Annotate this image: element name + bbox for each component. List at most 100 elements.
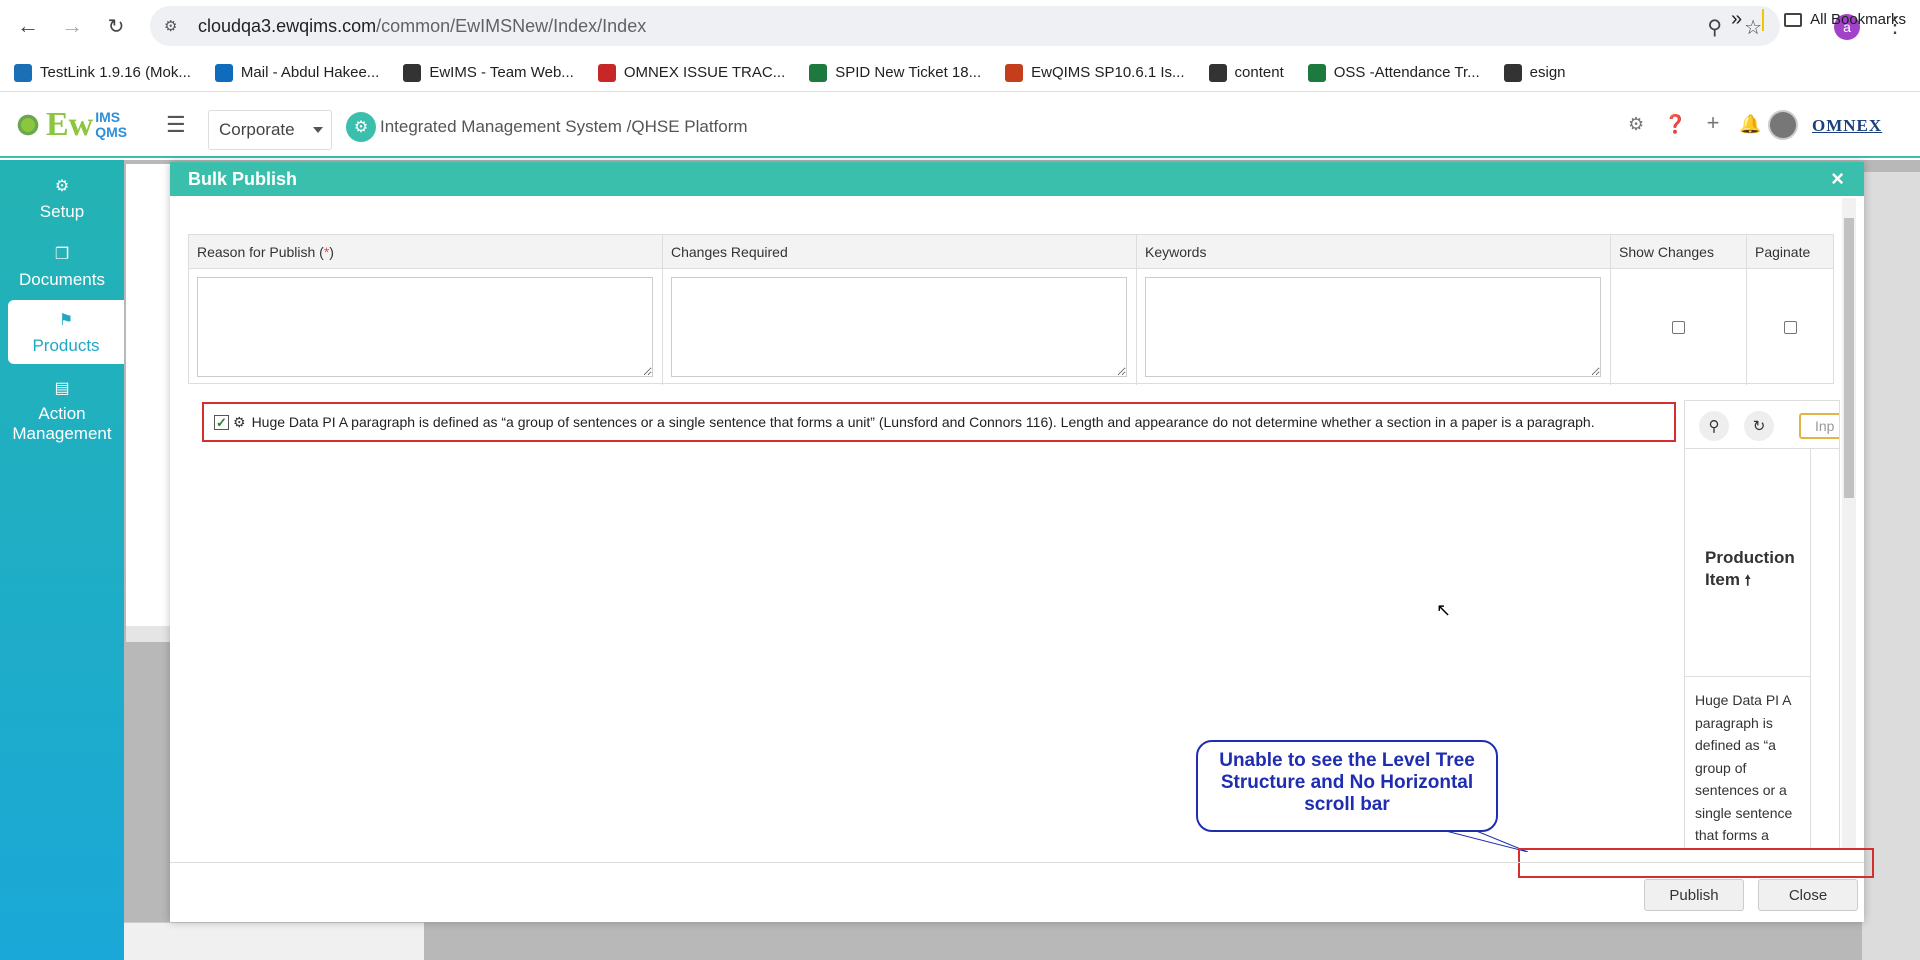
modal-header: Bulk Publish ×	[170, 162, 1864, 196]
zoom-icon[interactable]: ⚲	[1707, 15, 1722, 40]
col-show-changes: Show Changes	[1611, 235, 1747, 385]
annotation-callout: Unable to see the Level Tree Structure a…	[1196, 740, 1498, 832]
logo-burst-icon	[12, 109, 44, 141]
bookmark-favicon-icon	[1307, 63, 1326, 82]
background-tree-panel	[126, 164, 170, 626]
reason-textarea[interactable]	[197, 277, 653, 377]
background-right-panel	[1862, 172, 1920, 960]
sidebar-item-setup[interactable]: ⚙ Setup	[0, 168, 124, 228]
sidebar-item-documents[interactable]: ❐ Documents	[0, 236, 124, 298]
show-changes-checkbox[interactable]	[1672, 321, 1685, 334]
search-icon[interactable]: ⚲	[1699, 411, 1729, 441]
background-scrollbar	[126, 626, 170, 642]
production-item-cell: Huge Data PI A paragraph is defined as “…	[1685, 677, 1811, 849]
bulk-publish-modal: Bulk Publish × Reason for Publish (*) Ch…	[170, 162, 1874, 922]
corporate-select[interactable]: Corporate	[208, 110, 332, 150]
site-settings-icon[interactable]: ⚙	[164, 17, 184, 35]
bookmark-item[interactable]: SPID New Ticket 18...	[809, 63, 981, 82]
col-paginate: Paginate	[1747, 235, 1835, 385]
folder-icon	[1784, 13, 1803, 28]
browser-toolbar: ← → ↻ ⚙ cloudqa3.ewqims.com/common/EwIMS…	[0, 0, 1920, 54]
paginate-label: Paginate	[1755, 244, 1811, 260]
grid-toolbar: ⚲ ↻ Inp	[1685, 401, 1839, 449]
gear-icon: ⚙	[346, 112, 376, 142]
mouse-cursor-icon: ↖	[1436, 600, 1452, 620]
chevron-down-icon	[313, 127, 323, 133]
paginate-checkbox[interactable]	[1784, 321, 1797, 334]
flag-icon: ⚑	[58, 312, 74, 329]
show-changes-label: Show Changes	[1619, 244, 1714, 260]
bookmark-favicon-icon	[1503, 63, 1522, 82]
doc-icon: ▤	[54, 380, 70, 397]
bookmark-favicon-icon	[809, 63, 828, 82]
bookmark-item[interactable]: EwIMS - Team Web...	[403, 63, 574, 82]
col-changes: Changes Required	[663, 235, 1137, 385]
production-item-grid: ⚲ ↻ Inp Production Item 🠕 Huge Data PI A …	[1684, 400, 1840, 850]
address-bar[interactable]: ⚙ cloudqa3.ewqims.com/common/EwIMSNew/In…	[150, 6, 1780, 46]
scrollbar-thumb[interactable]	[1844, 218, 1854, 498]
bookmark-item[interactable]: Mail - Abdul Hakee...	[214, 63, 379, 82]
tree-item-checkbox[interactable]: ✓	[214, 414, 229, 430]
modal-footer: Publish Close	[170, 862, 1864, 922]
sort-arrow-icon[interactable]: 🠕	[1745, 572, 1751, 588]
callout-pointer	[1441, 830, 1529, 852]
close-button[interactable]: Close	[1758, 879, 1858, 911]
keywords-label: Keywords	[1145, 244, 1207, 260]
gears-icon: ⚙	[233, 413, 246, 430]
help-icon[interactable]: ❓	[1664, 114, 1686, 135]
bookmark-favicon-icon	[1208, 63, 1227, 82]
bookmark-favicon-icon	[597, 63, 616, 82]
background-bottom-panel	[124, 922, 424, 960]
reload-icon[interactable]: ↻	[96, 6, 136, 46]
bookmark-item[interactable]: OMNEX ISSUE TRAC...	[597, 63, 785, 82]
col-reason: Reason for Publish (*)	[189, 235, 663, 385]
bookmark-item[interactable]: OSS -Attendance Tr...	[1307, 63, 1480, 82]
copy-icon: ❐	[54, 246, 70, 263]
url-text: cloudqa3.ewqims.com/common/EwIMSNew/Inde…	[198, 15, 647, 36]
bookmark-favicon-icon	[1005, 63, 1024, 82]
plus-icon[interactable]: +	[1707, 112, 1720, 135]
publish-button[interactable]: Publish	[1644, 879, 1744, 911]
modal-close-icon[interactable]: ×	[1831, 166, 1844, 192]
bookmarks-divider	[1762, 8, 1765, 31]
bookmark-favicon-icon	[214, 63, 233, 82]
col-keywords: Keywords	[1137, 235, 1611, 385]
production-item-header[interactable]: Production Item 🠕	[1685, 449, 1811, 677]
ewqims-logo[interactable]: Ew IMS QMS	[12, 106, 127, 144]
grid-search-input[interactable]: Inp	[1799, 413, 1839, 439]
bookmark-favicon-icon	[14, 63, 32, 82]
publish-form-table: Reason for Publish (*) Changes Required …	[188, 234, 1835, 385]
reason-label: Reason for Publish (*)	[197, 244, 334, 260]
app-header: Ew IMS QMS ☰ Corporate ⚙ Integrated Manag…	[0, 92, 1920, 158]
hamburger-menu-icon[interactable]: ☰	[166, 112, 186, 138]
keywords-textarea[interactable]	[1145, 277, 1601, 377]
modal-title: Bulk Publish	[188, 168, 298, 189]
user-avatar[interactable]	[1768, 110, 1798, 140]
bookmarks-overflow-icon[interactable]: »	[1731, 8, 1742, 31]
gears-icon: ⚙	[54, 178, 70, 195]
omnex-logo: OMNEX	[1812, 116, 1883, 135]
sidebar-item-products[interactable]: ⚑ Products	[8, 300, 124, 364]
bookmark-item[interactable]: EwQIMS SP10.6.1 Is...	[1005, 63, 1185, 82]
bookmark-item[interactable]: content	[1208, 63, 1284, 82]
left-sidebar: ⚙ Setup ❐ Documents ⚑ Products ▤ Action …	[0, 160, 124, 960]
settings-gear-icon[interactable]: ⚙	[1628, 114, 1644, 135]
refresh-icon[interactable]: ↻	[1744, 411, 1774, 441]
bookmarks-right: » All Bookmarks	[1731, 8, 1906, 31]
header-icons: ⚙ ❓ + 🔔	[1628, 112, 1762, 135]
bookmark-item[interactable]: esign	[1503, 63, 1566, 82]
platform-title: ⚙ Integrated Management System /QHSE Pla…	[346, 112, 748, 142]
changes-textarea[interactable]	[671, 277, 1127, 377]
all-bookmarks[interactable]: All Bookmarks	[1784, 11, 1906, 28]
bookmark-favicon-icon	[403, 63, 422, 82]
forward-icon[interactable]: →	[52, 6, 92, 46]
bookmarks-bar: TestLink 1.9.16 (Mok... Mail - Abdul Hake…	[0, 54, 1920, 92]
tree-item-row[interactable]: ✓ ⚙ Huge Data PI A paragraph is defined …	[202, 402, 1676, 442]
changes-label: Changes Required	[671, 244, 788, 260]
sidebar-item-action-management[interactable]: ▤ Action Management	[0, 372, 124, 452]
tree-item-label: Huge Data PI A paragraph is defined as “…	[251, 414, 1595, 430]
vertical-scrollbar[interactable]	[1842, 198, 1856, 850]
back-icon[interactable]: ←	[8, 6, 48, 46]
bookmark-item[interactable]: TestLink 1.9.16 (Mok...	[14, 63, 191, 82]
bell-icon[interactable]: 🔔	[1739, 114, 1761, 135]
